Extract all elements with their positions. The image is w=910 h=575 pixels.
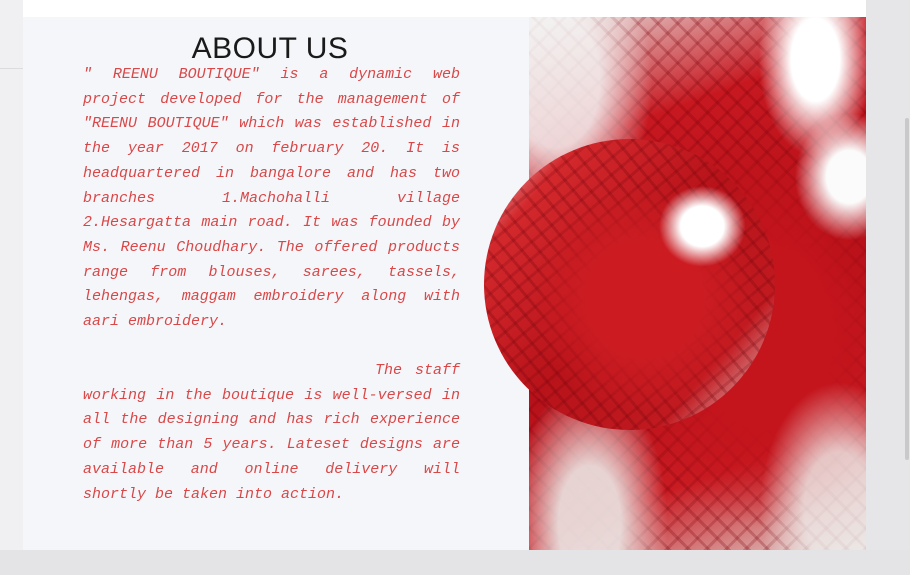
divider [0, 68, 23, 69]
left-margin [0, 0, 23, 550]
top-bar [23, 0, 866, 17]
scrollbar[interactable] [905, 118, 909, 460]
page-title: ABOUT US [191, 32, 349, 65]
bottom-bar [0, 550, 910, 575]
about-section: ABOUT US " REENU BOUTIQUE" is a dynamic … [23, 17, 529, 550]
about-paragraph-2: The staff working in the boutique is wel… [83, 362, 460, 503]
about-paragraph-1: " REENU BOUTIQUE" is a dynamic web proje… [83, 66, 460, 331]
circular-photo [484, 139, 775, 430]
